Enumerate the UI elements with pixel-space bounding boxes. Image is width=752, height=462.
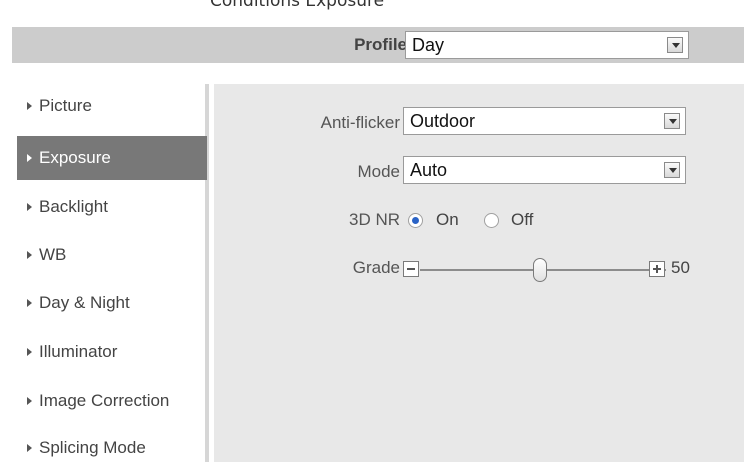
sidebar-item-image-correction[interactable]: Image Correction bbox=[17, 379, 207, 423]
sidebar-item-backlight[interactable]: Backlight bbox=[17, 185, 207, 229]
sidebar-item-label: Exposure bbox=[39, 148, 111, 167]
anti-flicker-select[interactable]: Outdoor bbox=[403, 107, 686, 135]
anti-flicker-label: Anti-flicker bbox=[320, 113, 400, 132]
profile-select-value: Day bbox=[412, 35, 445, 55]
sidebar-item-label: WB bbox=[39, 245, 67, 264]
sidebar-item-wb[interactable]: WB bbox=[17, 233, 207, 277]
sidebar-item-label: Backlight bbox=[39, 197, 108, 216]
grade-label: Grade bbox=[352, 258, 400, 277]
sidebar-item-splicing-mode[interactable]: Splicing Mode bbox=[17, 426, 207, 462]
caret-right-icon bbox=[27, 203, 32, 211]
sidebar-item-label: Splicing Mode bbox=[39, 438, 146, 457]
profile-bar: Profile Day bbox=[12, 27, 744, 63]
profile-label: Profile bbox=[354, 35, 407, 54]
caret-right-icon bbox=[27, 251, 32, 259]
grade-value: 50 bbox=[671, 258, 690, 277]
mode-label: Mode bbox=[357, 162, 400, 181]
sidebar-item-day-night[interactable]: Day & Night bbox=[17, 281, 207, 325]
sidebar-item-label: Illuminator bbox=[39, 342, 118, 361]
sidebar-item-illuminator[interactable]: Illuminator bbox=[17, 330, 207, 374]
anti-flicker-value: Outdoor bbox=[410, 111, 476, 131]
nr3d-label: 3D NR bbox=[348, 210, 400, 229]
caret-right-icon bbox=[27, 444, 32, 452]
top-banner-text: Conditions Exposure bbox=[210, 0, 385, 11]
top-banner: Conditions Exposure bbox=[0, 0, 752, 26]
caret-right-icon bbox=[27, 348, 32, 356]
settings-panel: Anti-flicker Outdoor Mode Auto 3D NR On … bbox=[214, 84, 744, 462]
sidebar-item-label: Image Correction bbox=[39, 391, 170, 410]
sidebar-item-label: Picture bbox=[39, 96, 92, 115]
sidebar-item-exposure[interactable]: Exposure bbox=[17, 136, 207, 180]
sidebar-item-picture[interactable]: Picture bbox=[17, 84, 207, 128]
nr3d-on-label[interactable]: On bbox=[436, 210, 459, 230]
grade-slider-thumb[interactable] bbox=[533, 258, 547, 282]
mode-select[interactable]: Auto bbox=[403, 156, 686, 184]
sidebar-item-label: Day & Night bbox=[39, 293, 130, 312]
caret-right-icon bbox=[27, 102, 32, 110]
caret-right-icon bbox=[27, 154, 32, 162]
caret-right-icon bbox=[27, 299, 32, 307]
profile-select[interactable]: Day bbox=[405, 31, 689, 59]
plus-icon[interactable] bbox=[649, 261, 665, 277]
chevron-down-icon[interactable] bbox=[664, 113, 680, 129]
caret-right-icon bbox=[27, 397, 32, 405]
sidebar: Picture Exposure Backlight WB Day & Nigh… bbox=[17, 84, 209, 462]
chevron-down-icon[interactable] bbox=[667, 37, 683, 53]
minus-icon[interactable] bbox=[403, 261, 419, 277]
nr3d-on-radio[interactable] bbox=[408, 213, 423, 228]
nr3d-off-radio[interactable] bbox=[484, 213, 499, 228]
mode-value: Auto bbox=[410, 160, 448, 180]
nr3d-off-label[interactable]: Off bbox=[511, 210, 533, 230]
chevron-down-icon[interactable] bbox=[664, 162, 680, 178]
